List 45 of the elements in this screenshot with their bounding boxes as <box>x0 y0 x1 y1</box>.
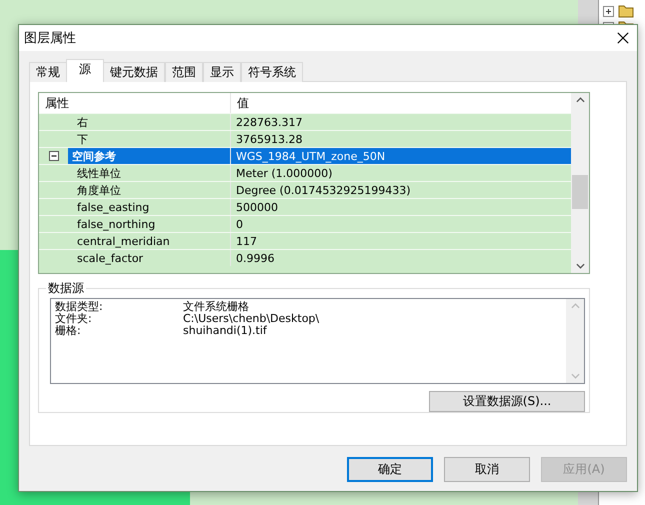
property-name[interactable]: false_easting <box>77 200 150 214</box>
info-value: 文件系统栅格 <box>183 301 249 313</box>
property-value: Meter (1.000000) <box>235 166 334 181</box>
set-data-source-button[interactable]: 设置数据源(S)... <box>429 391 585 412</box>
property-value: 117 <box>235 234 258 249</box>
info-label: 数据类型: <box>55 301 104 313</box>
info-label: 文件夹: <box>55 313 93 325</box>
property-name[interactable]: 角度单位 <box>77 182 121 198</box>
group-title: 数据源 <box>47 280 85 297</box>
property-value: 500000 <box>235 200 279 215</box>
tab[interactable]: 键元数据 <box>103 62 165 82</box>
property-value: 0 <box>235 216 244 232</box>
column-header: 属性 <box>39 93 231 113</box>
property-value: 3765913.28 <box>235 132 304 147</box>
property-name[interactable]: 下 <box>77 132 88 146</box>
property-name[interactable]: 空间参考 <box>68 148 230 164</box>
dialog-button[interactable]: 取消 <box>444 457 530 482</box>
scroll-down-icon[interactable] <box>576 263 584 269</box>
scroll-thumb[interactable] <box>572 175 588 209</box>
window-title: 图层属性 <box>24 30 76 47</box>
tab[interactable]: 范围 <box>165 62 203 82</box>
property-value: Degree (0.0174532925199433) <box>235 182 412 198</box>
property-value: 228763.317 <box>235 114 304 130</box>
info-label: 栅格: <box>55 325 82 337</box>
tab[interactable]: 常规 <box>29 62 67 82</box>
collapse-icon[interactable] <box>49 151 59 161</box>
expand-icon[interactable] <box>603 6 614 16</box>
property-value: WGS_1984_UTM_zone_50N <box>231 148 571 164</box>
tab[interactable]: 源 <box>66 59 104 82</box>
folder-icon <box>618 4 634 18</box>
tab[interactable]: 符号系统 <box>241 62 303 82</box>
column-header: 值 <box>236 95 250 112</box>
property-value: 0.9996 <box>235 250 276 266</box>
tab[interactable]: 显示 <box>203 62 241 82</box>
dialog-button[interactable]: 确定 <box>347 457 433 482</box>
scrollbar[interactable] <box>571 93 589 273</box>
property-name[interactable]: 线性单位 <box>77 166 121 180</box>
property-name[interactable]: scale_factor <box>77 252 144 264</box>
info-value: shuihandi(1).tif <box>183 325 267 337</box>
scroll-up-icon[interactable] <box>576 97 584 103</box>
close-icon[interactable] <box>617 32 629 44</box>
property-name[interactable]: false_northing <box>77 218 156 230</box>
info-value: C:\Users\chenb\Desktop\ <box>183 313 320 325</box>
property-name[interactable]: 右 <box>77 114 88 130</box>
property-name[interactable]: central_meridian <box>77 234 170 248</box>
